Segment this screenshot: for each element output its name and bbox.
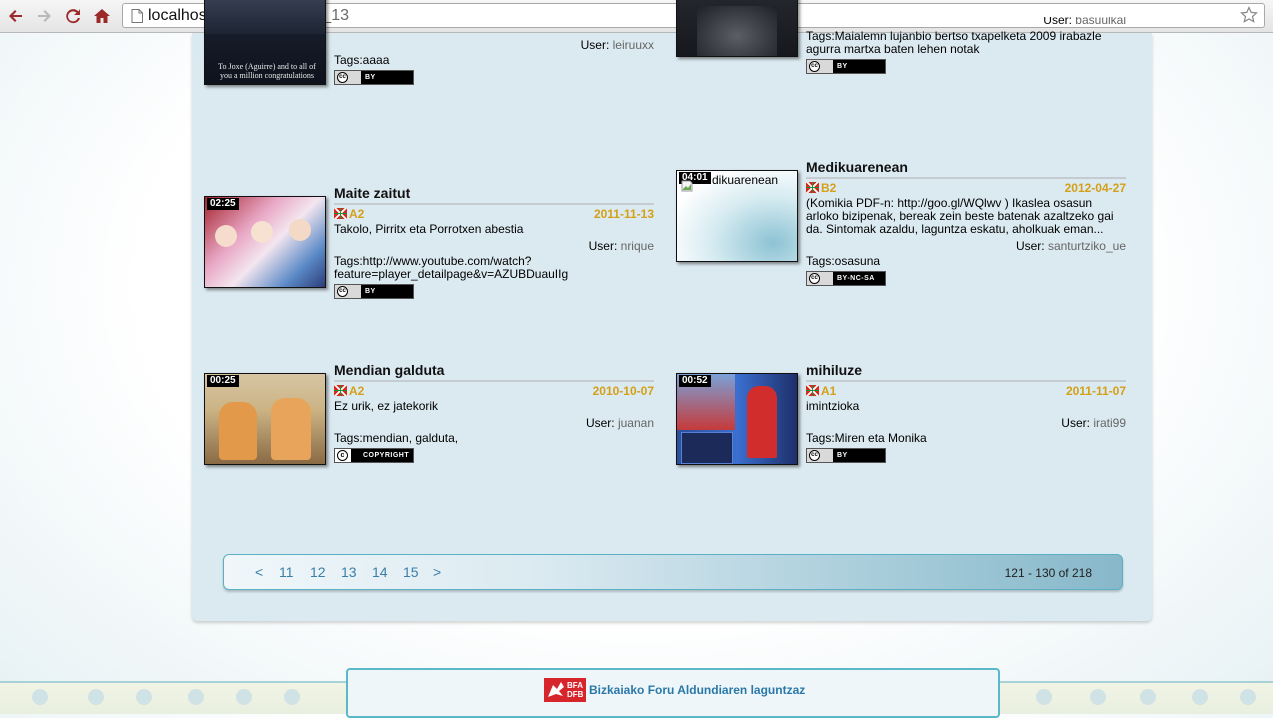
- video-tags: Tags:Miren eta Monika: [806, 431, 927, 445]
- next-page-link[interactable]: >: [433, 564, 441, 580]
- video-duration: 00:25: [207, 375, 239, 387]
- cc-license-badge[interactable]: cc BY-NC-SA: [806, 271, 886, 286]
- video-title[interactable]: Maite zaitut: [334, 185, 654, 205]
- user-row: User: santurtziko_ue: [1015, 239, 1126, 253]
- video-date: 2012-04-27: [1064, 181, 1126, 195]
- video-info: mihiluze A1 2011-11-07 imintzioka User: …: [806, 362, 1126, 466]
- video-tags: Tags:http://www.youtube.com/watch?featur…: [334, 254, 569, 281]
- basque-flag-icon: [806, 385, 819, 396]
- video-item: 02:25 Maite zaitut A2 2011-11-13 Takolo,…: [192, 185, 654, 299]
- video-item: User: basuulkal Tags:Maialemn lujanbio b…: [664, 0, 1126, 95]
- pagination-bar: < 11 12 13 14 15 > 121 - 130 of 218: [223, 554, 1123, 590]
- results-count: 121 - 130 of 218: [1004, 566, 1092, 580]
- thumbnail-alt-text: dikuarenean: [712, 173, 779, 187]
- video-description: Takolo, Pirritx eta Porrotxen abestia: [334, 222, 524, 236]
- meta-row: A2 2011-11-13: [334, 207, 654, 223]
- video-title[interactable]: Medikuarenean: [806, 159, 1126, 179]
- video-list-panel: [192, 33, 1152, 621]
- video-thumbnail[interactable]: 02:25: [204, 196, 326, 288]
- broken-image-icon: [681, 180, 693, 192]
- basque-flag-icon: [334, 208, 347, 219]
- video-info: Mendian galduta A2 2010-10-07 Ez urik, e…: [334, 362, 654, 466]
- prev-page-link[interactable]: <: [255, 564, 263, 580]
- page-icon: [131, 9, 143, 23]
- video-date: 2011-11-13: [593, 207, 654, 221]
- level-badge: B2: [821, 181, 837, 195]
- level-badge: A1: [821, 384, 837, 398]
- video-item: 00:25 Mendian galduta A2 2010-10-07 Ez u…: [192, 362, 654, 465]
- video-info: User: basuulkal Tags:Maialemn lujanbio b…: [806, 17, 1126, 77]
- user-row: User: leiruuxx: [580, 38, 654, 52]
- page-link-15[interactable]: 15: [403, 564, 419, 580]
- video-duration: 02:25: [207, 198, 239, 210]
- user-row: User: nrique: [588, 239, 654, 253]
- bookmark-star-icon[interactable]: [1240, 6, 1258, 24]
- footer-sponsor-link[interactable]: Bizkaiako Foru Aldundiaren laguntzaz: [589, 683, 805, 697]
- video-item: 04:01 dikuarenean Medikuarenean B2 2012-…: [664, 159, 1126, 286]
- bfa-logo: BFA DFB: [544, 678, 586, 702]
- video-thumbnail[interactable]: 00:25: [204, 373, 326, 465]
- home-icon[interactable]: [92, 6, 112, 26]
- video-date: 2011-11-07: [1065, 384, 1126, 398]
- meta-row: A1 2011-11-07: [806, 384, 1126, 400]
- user-row: User: irati99: [1061, 416, 1126, 430]
- video-thumbnail[interactable]: [676, 0, 798, 57]
- video-thumbnail[interactable]: To Joxe (Aguirre) and to all of you a mi…: [204, 0, 326, 85]
- video-info: User: leiruuxx Tags:aaaa cc BY: [334, 35, 654, 88]
- cc-license-badge[interactable]: cc BY: [806, 448, 886, 463]
- meta-row: B2 2012-04-27: [806, 181, 1126, 197]
- video-thumbnail[interactable]: 04:01 dikuarenean: [676, 170, 798, 262]
- video-tags: Tags:osasuna: [806, 254, 881, 268]
- cc-license-badge[interactable]: cc BY: [334, 284, 414, 299]
- thumbnail-caption: To Joxe (Aguirre) and to all of you a mi…: [218, 62, 316, 80]
- user-name[interactable]: basuulkal: [1075, 17, 1126, 27]
- video-thumbnail[interactable]: 00:52: [676, 373, 798, 465]
- video-item: To Joxe (Aguirre) and to all of you a mi…: [192, 0, 654, 95]
- footer-sponsor-box: BFA DFB Bizkaiako Foru Aldundiaren lagun…: [346, 668, 1000, 718]
- video-tags: Tags:aaaa: [334, 53, 390, 67]
- user-name[interactable]: leiruuxx: [613, 38, 654, 52]
- video-date: 2010-10-07: [592, 384, 654, 398]
- forward-icon[interactable]: [34, 6, 54, 26]
- video-tags: Tags:mendian, galduta,: [334, 431, 459, 445]
- user-name[interactable]: nrique: [621, 239, 654, 253]
- meta-row: A2 2010-10-07: [334, 384, 654, 400]
- basque-flag-icon: [334, 385, 347, 396]
- basque-flag-icon: [806, 182, 819, 193]
- video-tags: Tags:Maialemn lujanbio bertso txapelketa…: [806, 29, 1102, 56]
- user-row: User: basuulkal: [806, 17, 1126, 27]
- page-link-13[interactable]: 13: [341, 564, 357, 580]
- page-link-11[interactable]: 11: [279, 564, 294, 580]
- user-name[interactable]: irati99: [1093, 416, 1126, 430]
- page-link-12[interactable]: 12: [310, 564, 326, 580]
- cc-license-badge[interactable]: cc BY: [334, 70, 414, 85]
- video-description: imintzioka: [806, 399, 860, 413]
- user-name[interactable]: juanan: [618, 416, 654, 430]
- level-badge: A2: [349, 384, 365, 398]
- video-title[interactable]: Mendian galduta: [334, 362, 654, 382]
- video-duration: 00:52: [679, 375, 711, 387]
- video-info: Maite zaitut A2 2011-11-13 Takolo, Pirri…: [334, 185, 654, 302]
- video-description: Ez urik, ez jatekorik: [334, 399, 439, 413]
- level-badge: A2: [349, 207, 365, 221]
- copyright-badge[interactable]: c COPYRIGHT: [334, 448, 414, 463]
- video-item: 00:52 mihiluze A1 2011-11-07 imintzioka …: [664, 362, 1126, 465]
- user-row: User: juanan: [585, 416, 654, 430]
- video-title[interactable]: mihiluze: [806, 362, 1126, 382]
- reload-icon[interactable]: [63, 6, 83, 26]
- user-name[interactable]: santurtziko_ue: [1048, 239, 1126, 253]
- page-link-14[interactable]: 14: [372, 564, 388, 580]
- video-description: (Komikia PDF-n: http://goo.gl/WQlwv ) Ik…: [806, 196, 1114, 236]
- video-info: Medikuarenean B2 2012-04-27 (Komikia PDF…: [806, 159, 1126, 289]
- back-icon[interactable]: [6, 6, 26, 26]
- cc-license-badge[interactable]: cc BY: [806, 59, 886, 74]
